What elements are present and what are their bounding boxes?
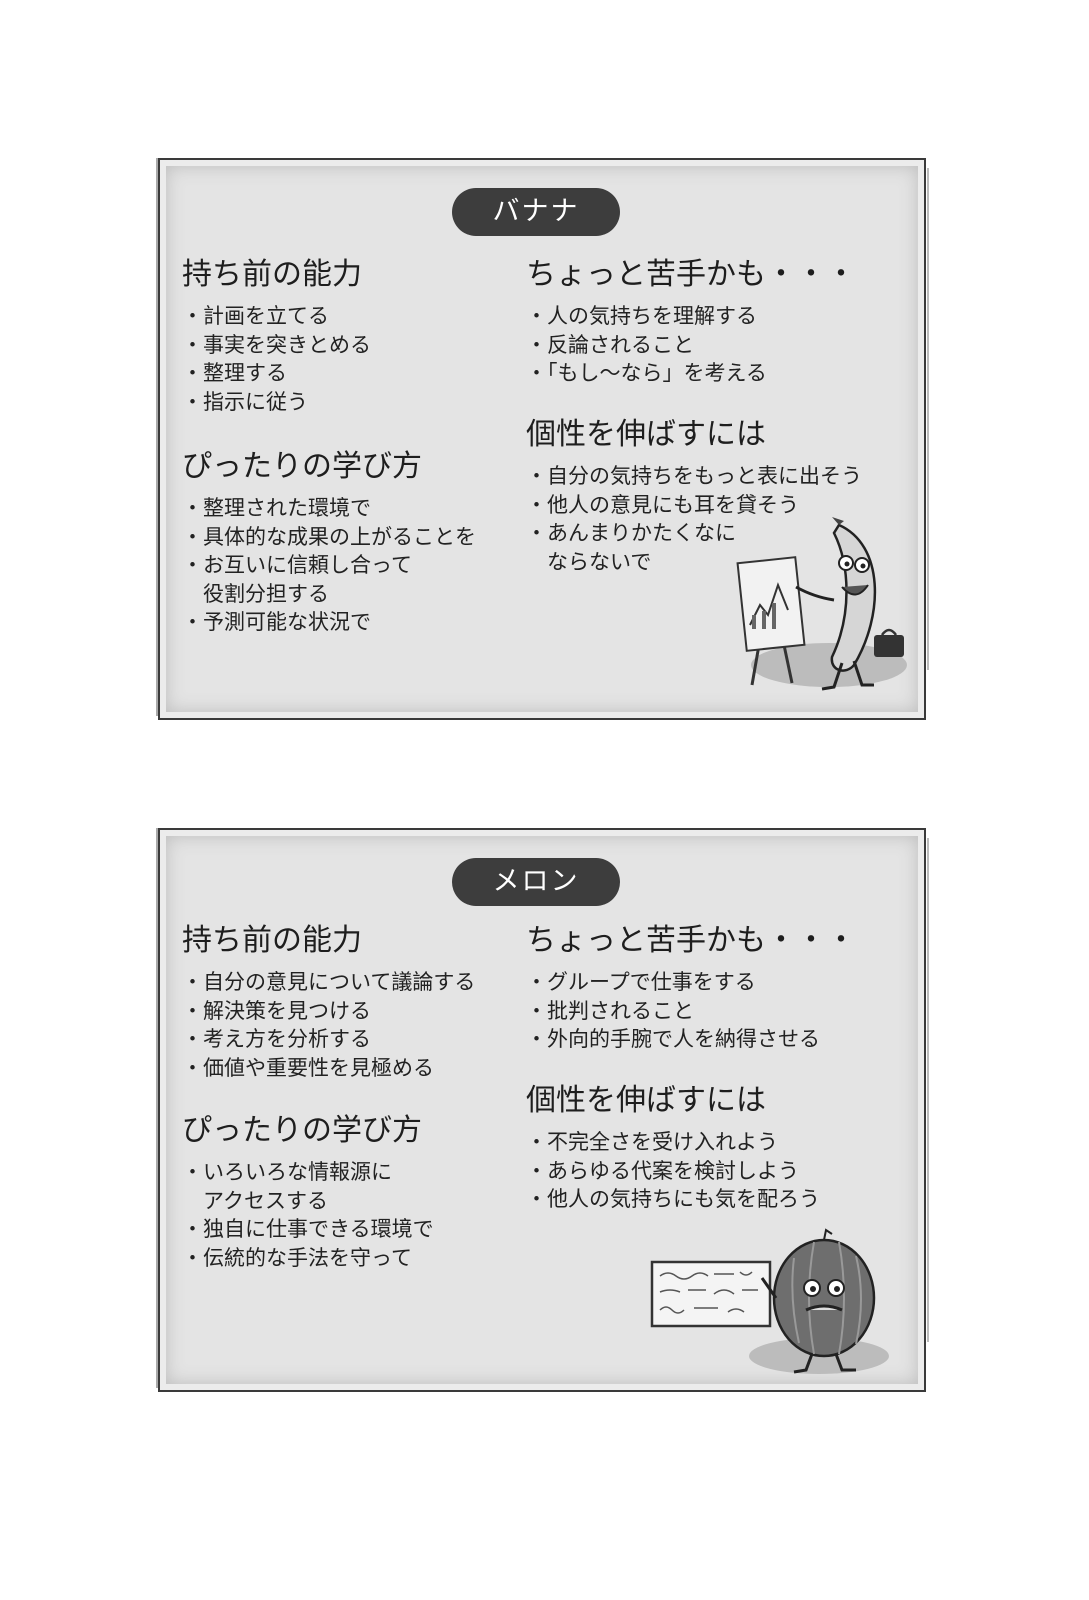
list-item: お互いに信頼し合って xyxy=(182,551,476,580)
list-item: 人の気持ちを理解する xyxy=(526,302,856,331)
learning-section: ぴったりの学び方 いろいろな情報源に アクセスする 独自に仕事できる環境で 伝統… xyxy=(182,1112,434,1272)
list-item: 自分の気持ちをもっと表に出そう xyxy=(526,462,862,491)
banana-card: バナナ 持ち前の能力 計画を立てる 事実を突きとめる 整理する 指示に従う ぴっ… xyxy=(156,158,929,720)
list-item: 伝統的な手法を守って xyxy=(182,1244,434,1273)
card-title-pill: メロン xyxy=(452,858,620,906)
grow-heading: 個性を伸ばすには xyxy=(526,417,766,452)
list-item: 反論されること xyxy=(526,331,856,360)
list-item: 価値や重要性を見極める xyxy=(182,1054,475,1083)
list-item-continuation: アクセスする xyxy=(203,1188,328,1213)
weak-section: ちょっと苦手かも・・・ 人の気持ちを理解する 反論されること 「もし～なら」を考… xyxy=(526,256,856,388)
list-item: いろいろな情報源に xyxy=(182,1158,434,1187)
abilities-section: 持ち前の能力 自分の意見について議論する 解決策を見つける 考え方を分析する 価… xyxy=(182,922,475,1082)
list-item: 事実を突きとめる xyxy=(182,331,371,360)
list-item: あらゆる代案を検討しよう xyxy=(526,1157,820,1186)
list-item: 自分の意見について議論する xyxy=(182,968,475,997)
list-item: 「もし～なら」を考える xyxy=(526,359,856,388)
list-item: 外向的手腕で人を納得させる xyxy=(526,1025,856,1054)
list-item: 他人の気持ちにも気を配ろう xyxy=(526,1185,820,1214)
list-item: 不完全さを受け入れよう xyxy=(526,1128,820,1157)
weak-heading: ちょっと苦手かも・・・ xyxy=(526,257,856,292)
list-item: 独自に仕事できる環境で xyxy=(182,1215,434,1244)
grow-section: 個性を伸ばすには 不完全さを受け入れよう あらゆる代案を検討しよう 他人の気持ち… xyxy=(526,1082,820,1214)
list-item: 整理する xyxy=(182,359,371,388)
learning-section: ぴったりの学び方 整理された環境で 具体的な成果の上がることを お互いに信頼し合… xyxy=(182,448,476,637)
list-item: グループで仕事をする xyxy=(526,968,856,997)
banana-character-illustration xyxy=(736,517,907,691)
list-item: 批判されること xyxy=(526,997,856,1026)
list-item-continuation: 役割分担する xyxy=(203,581,329,606)
card-title-pill: バナナ xyxy=(452,188,620,236)
list-item: 指示に従う xyxy=(182,388,371,417)
learning-heading: ぴったりの学び方 xyxy=(182,1113,422,1148)
learning-heading: ぴったりの学び方 xyxy=(182,449,422,484)
weak-section: ちょっと苦手かも・・・ グループで仕事をする 批判されること 外向的手腕で人を納… xyxy=(526,922,856,1054)
list-item: 計画を立てる xyxy=(182,302,371,331)
list-item: 予測可能な状況で xyxy=(182,608,476,637)
weak-heading: ちょっと苦手かも・・・ xyxy=(526,923,856,958)
list-item: 具体的な成果の上がることを xyxy=(182,523,476,552)
grow-heading: 個性を伸ばすには xyxy=(526,1083,766,1118)
list-item: 考え方を分析する xyxy=(182,1025,475,1054)
list-item: 解決策を見つける xyxy=(182,997,475,1026)
abilities-heading: 持ち前の能力 xyxy=(182,923,362,958)
melon-card: メロン 持ち前の能力 自分の意見について議論する 解決策を見つける 考え方を分析… xyxy=(156,828,929,1392)
abilities-section: 持ち前の能力 計画を立てる 事実を突きとめる 整理する 指示に従う xyxy=(182,256,371,416)
abilities-heading: 持ち前の能力 xyxy=(182,257,362,292)
melon-character-illustration xyxy=(650,1228,889,1374)
list-item: 整理された環境で xyxy=(182,494,476,523)
